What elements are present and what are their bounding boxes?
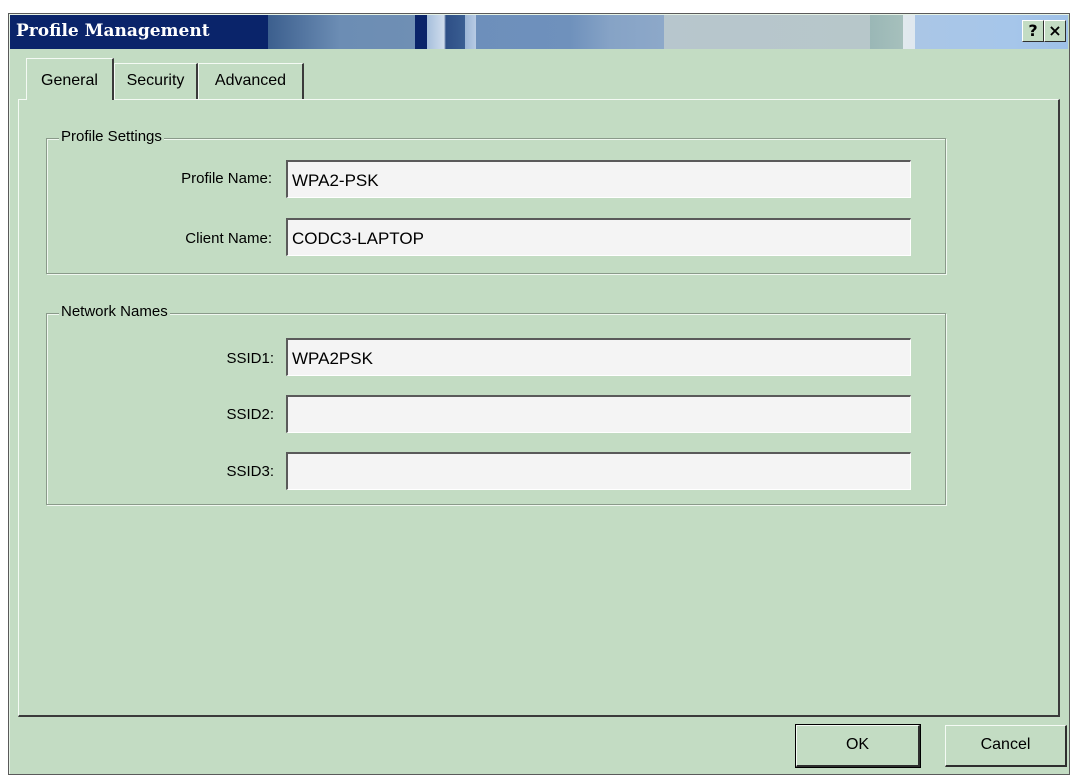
ssid3-label: SSID3: <box>226 463 274 480</box>
close-button[interactable]: × <box>1044 20 1066 42</box>
ok-button[interactable]: OK <box>795 724 921 768</box>
ssid2-label: SSID2: <box>226 406 274 423</box>
ssid1-label: SSID1: <box>226 350 274 367</box>
profile-name-label: Profile Name: <box>181 170 272 187</box>
cancel-button[interactable]: Cancel <box>945 725 1067 767</box>
network-names-legend: Network Names <box>59 303 170 320</box>
tab-advanced[interactable]: Advanced <box>198 63 304 99</box>
client-name-input[interactable] <box>286 218 911 256</box>
title-bar[interactable]: Profile Management ? × <box>10 15 1068 49</box>
window-title: Profile Management <box>16 21 210 41</box>
client-name-label: Client Name: <box>185 230 272 247</box>
ssid3-input[interactable] <box>286 452 911 490</box>
profile-name-input[interactable] <box>286 160 911 198</box>
tab-security[interactable]: Security <box>114 63 198 99</box>
tab-general[interactable]: General <box>26 58 114 100</box>
help-button[interactable]: ? <box>1022 20 1044 42</box>
ssid1-input[interactable] <box>286 338 911 376</box>
ssid2-input[interactable] <box>286 395 911 433</box>
profile-settings-legend: Profile Settings <box>59 128 164 145</box>
